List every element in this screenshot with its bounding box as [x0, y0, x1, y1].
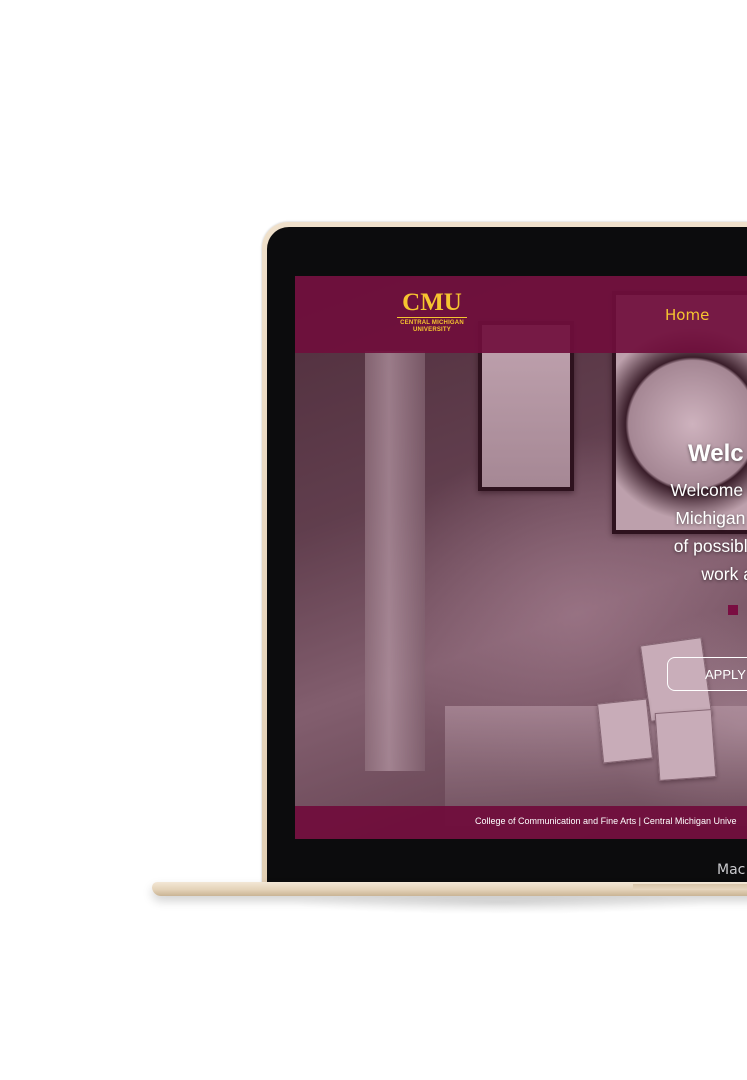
footer-text: College of Communication and Fine Arts |…	[475, 816, 737, 826]
hero-line: of possible careers, as w	[673, 536, 747, 556]
site-header: CMU CENTRAL MICHIGAN UNIVERSITY Home	[295, 276, 747, 353]
site-footer: College of Communication and Fine Arts |…	[295, 806, 747, 839]
apply-button[interactable]: APPLY	[667, 657, 747, 691]
mockup-stage: CMU CENTRAL MICHIGAN UNIVERSITY Home Wel…	[0, 0, 747, 1080]
logo-rule	[397, 317, 467, 318]
hero-description: Welcome to the School of Michigan Univer…	[535, 476, 747, 588]
hero-line: work and pictures	[701, 564, 747, 584]
hero-line: Welcome to the School of	[670, 480, 747, 500]
laptop-base-notch	[633, 884, 747, 890]
logo-mark: CMU	[402, 289, 462, 316]
logo-subtitle-line2: UNIVERSITY	[412, 327, 451, 333]
logo-subtitle-line1: CENTRAL MICHIGAN	[400, 320, 464, 326]
nav-home-link[interactable]: Home	[665, 306, 709, 324]
laptop-screen: CMU CENTRAL MICHIGAN UNIVERSITY Home Wel…	[295, 276, 747, 839]
hero-line: Michigan University. Our	[675, 508, 747, 528]
laptop-shadow	[170, 895, 747, 935]
slider-dot-active[interactable]	[728, 605, 738, 615]
hero-title: Welc	[688, 440, 744, 467]
laptop-brand-label: Mac	[717, 862, 746, 878]
cmu-logo[interactable]: CMU CENTRAL MICHIGAN UNIVERSITY	[395, 290, 469, 334]
